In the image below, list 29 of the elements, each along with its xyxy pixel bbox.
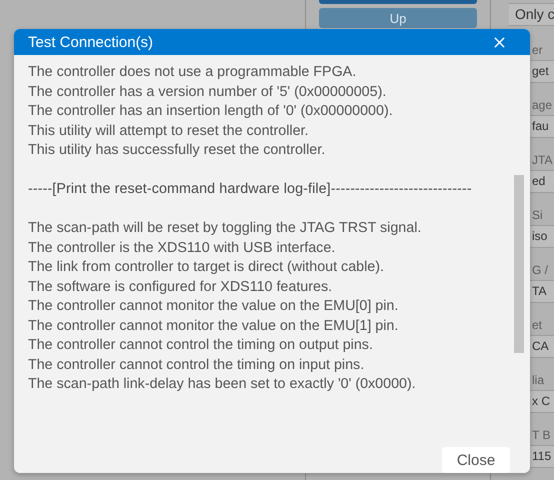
log-line: The controller has an insertion length of '0' (0x00000000). — [28, 102, 394, 121]
dialog-title: Test Connection(s) — [28, 34, 154, 50]
primary-button[interactable] — [319, 0, 477, 4]
scrollbar-thumb[interactable] — [514, 175, 524, 353]
field-label: G / — [532, 262, 550, 279]
field-label: lia — [532, 372, 546, 389]
log-line: The controller cannot control the timing on input pins. — [28, 356, 366, 374]
text-field[interactable]: Only c — [509, 3, 554, 26]
log-line: The scan-path will be reset by toggling the JTAG TRST signal. — [28, 219, 422, 238]
field-label: et — [532, 317, 544, 334]
log-section-header: -----[Print the reset-command hardware log-file]----------------------------- — [28, 180, 473, 199]
log-line: The controller cannot monitor the value on the EMU[0] pin. — [28, 297, 400, 316]
log-line: This utility will attempt to reset the controller. — [28, 122, 310, 140]
field-label: Si — [532, 207, 544, 224]
log-line: The controller cannot monitor the value on the EMU[1] pin. — [28, 316, 400, 336]
field-label: age — [532, 97, 554, 114]
log-line: The software is configured for XDS110 features. — [28, 278, 334, 296]
field-label: T B — [532, 427, 552, 444]
log-line: This utility has successfully reset the controller. — [28, 141, 326, 160]
close-icon[interactable] — [494, 36, 505, 48]
field-label: er — [532, 42, 544, 59]
log-line: The scan-path link-delay has been set to exactly '0' (0x0000). — [28, 375, 417, 394]
field-label: JTA — [532, 152, 554, 169]
log-line: The controller cannot control the timing on output pins. — [28, 336, 374, 355]
log-line: The controller has a version number of '5' (0x00000005). — [28, 82, 388, 102]
log-line: The controller does not use a programmable FPGA. — [28, 63, 358, 82]
log-line: The link from controller to target is direct (without cable). — [28, 258, 385, 277]
close-button[interactable]: Close — [442, 447, 510, 473]
log-line: The controller is the XDS110 with USB interface. — [28, 238, 336, 258]
